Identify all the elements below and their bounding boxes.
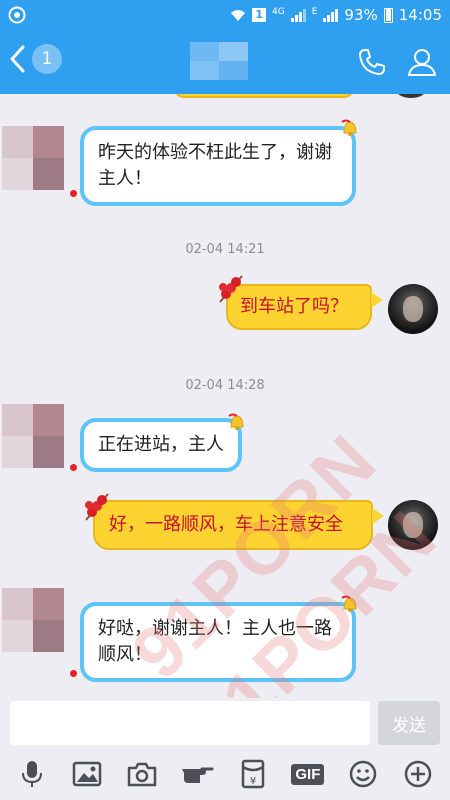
message-text: 正在进站，主人 [98,434,224,455]
contact-avatar[interactable] [2,126,64,190]
send-button[interactable]: 发送 [378,701,440,745]
timestamp: 02-04 14:21 [185,242,265,257]
contact-name-obscured [190,42,248,80]
unread-badge: 1 [32,44,62,74]
signal-2-icon [323,8,339,22]
message-bubble-out[interactable]: 好，一路顺风，车上注意安全 [93,500,373,550]
message-bubble-in[interactable]: 好哒，谢谢主人！主人也一路顺风！ [80,602,356,682]
input-toolbar: ¥ GIF [0,748,450,800]
bell-decoration-icon [341,119,357,136]
message-bubble-in[interactable]: 昨天的体验不枉此生了，谢谢主人！ [80,126,356,206]
plus-icon[interactable] [400,756,436,792]
bubble-decoration-dot [70,464,77,471]
emoji-icon[interactable] [345,756,381,792]
wifi-icon [231,10,246,21]
my-avatar[interactable] [388,500,438,550]
battery-percent: 93% [344,6,378,24]
candied-fruit-decoration-icon [85,493,109,521]
signal-1-icon [290,8,306,22]
chat-header: 1 [0,30,450,94]
sim-badge: 1 [252,8,267,22]
network-type: 4G [272,7,285,17]
clock: 14:05 [398,6,442,24]
red-packet-icon[interactable]: ¥ [235,756,271,792]
bubble-decoration-dot [70,190,77,197]
chevron-left-icon [10,45,25,73]
gif-icon[interactable]: GIF [290,756,326,792]
bell-decoration-icon [228,413,244,430]
bubble-tail [372,508,384,524]
timestamp: 02-04 14:28 [185,378,265,393]
message-text: 昨天的体验不枉此生了，谢谢主人！ [98,142,332,189]
previous-avatar-edge [390,94,432,98]
input-bar: 发送 [0,698,450,748]
svg-text:¥: ¥ [249,776,255,787]
network-e: E [311,7,318,17]
message-input[interactable] [10,701,370,745]
gif-label: GIF [291,763,325,785]
hand-gesture-icon[interactable] [179,756,215,792]
message-text: 好，一路顺风，车上注意安全 [109,514,343,535]
status-bar: 1 4G E 93% 14:05 [0,0,450,30]
bubble-tail [371,292,383,308]
phone-icon[interactable] [356,46,388,78]
battery-icon [383,7,393,23]
message-bubble-in[interactable]: 正在进站，主人 [80,418,242,472]
contact-avatar[interactable] [2,404,64,468]
back-button[interactable]: 1 [8,44,62,74]
contact-avatar[interactable] [2,588,64,652]
bell-decoration-icon [341,595,357,612]
message-text: 好哒，谢谢主人！主人也一路顺风！ [98,618,332,665]
person-icon[interactable] [406,46,438,78]
camera-icon[interactable] [124,756,160,792]
notification-target-icon [8,6,26,24]
previous-bubble-edge [174,94,354,98]
my-avatar[interactable] [388,284,438,334]
bubble-decoration-dot [70,670,77,677]
image-icon[interactable] [69,756,105,792]
message-text: 到车站了吗？ [240,296,348,317]
candied-fruit-decoration-icon [219,275,243,303]
microphone-icon[interactable] [14,756,50,792]
chat-area[interactable]: 昨天的体验不枉此生了，谢谢主人！ 02-04 14:21 到车站了吗？ 02-0… [0,94,450,698]
